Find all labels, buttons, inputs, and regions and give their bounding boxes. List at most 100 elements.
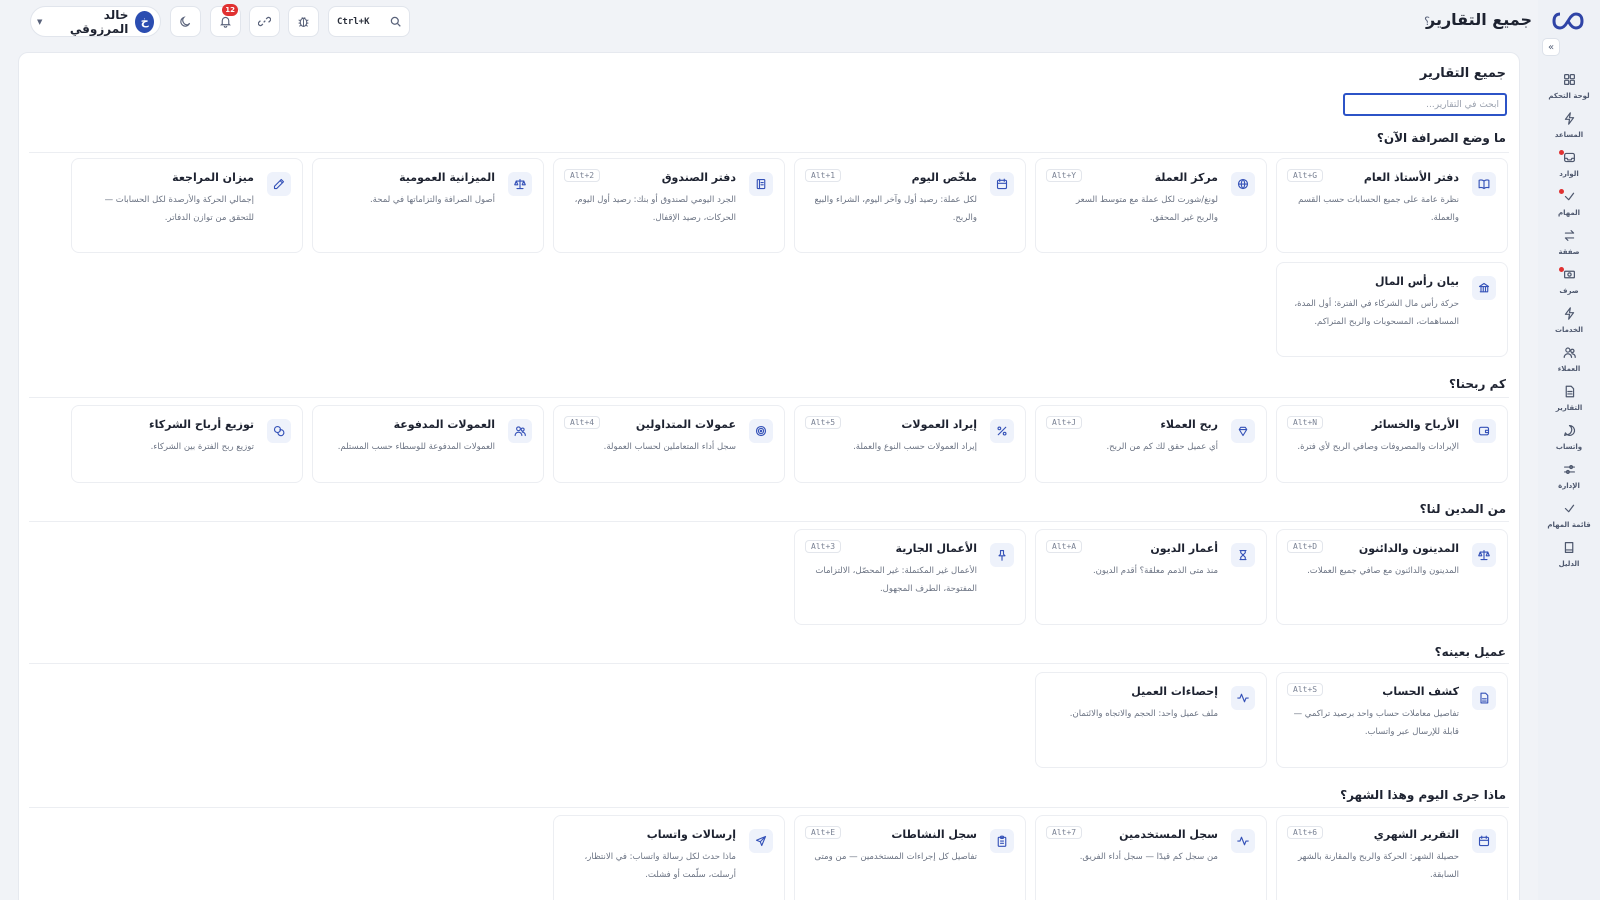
report-card-title: العمولات المدفوعة <box>393 418 495 431</box>
report-card[interactable]: إيراد العمولات إيراد العمولات حسب النوع و… <box>794 405 1026 483</box>
report-card[interactable]: إرسالات واتساب ماذا حدث لكل رسالة واتساب:… <box>553 815 785 900</box>
report-card-title: توزيع أرباح الشركاء <box>148 418 254 431</box>
sidebar-item-3[interactable]: المهام <box>1538 183 1600 222</box>
hotkey-badge: Alt+3 <box>805 540 842 553</box>
report-card[interactable]: عمولات المتداولين سجل أداء المتعاملين لحس… <box>553 405 785 483</box>
collapse-sidebar-button[interactable]: » <box>1542 38 1560 56</box>
report-card-title: دفتر الصندوق <box>661 171 736 184</box>
sidebar-item-2[interactable]: الوارد <box>1538 144 1600 183</box>
brand-logo[interactable] <box>1552 10 1584 32</box>
help-icon[interactable]: ؟ <box>1424 15 1430 28</box>
report-card-description: تفاصيل كل إجراءات المستخدمين — من ومتى <box>814 852 977 862</box>
chevron-down-icon: ▼ <box>37 17 43 26</box>
report-card[interactable]: توزيع أرباح الشركاء توزيع ربح الفترة بين … <box>71 405 303 483</box>
report-card[interactable]: مركز العملة لونغ/شورت لكل عملة مع متوسط ا… <box>1035 158 1267 253</box>
book-icon <box>1563 539 1576 558</box>
report-card-description: سجل أداء المتعاملين لحساب العمولة. <box>603 442 736 452</box>
report-card[interactable]: الميزانية العمومية أصول الصرافة والتزامات… <box>312 158 544 253</box>
sidebar-item-label: العملاء <box>1557 365 1581 373</box>
report-card[interactable]: التقرير الشهري حصيلة الشهر: الحركة والربح… <box>1276 815 1508 900</box>
report-card-title: كشف الحساب <box>1382 685 1459 698</box>
report-card-title: الأرباح والخسائر <box>1371 418 1459 431</box>
report-card[interactable]: دفتر الصندوق الجرد اليومي لصندوق أو بنك: … <box>553 158 785 253</box>
notifications-button[interactable]: 12 <box>210 4 241 37</box>
report-card-title: التقرير الشهري <box>1373 828 1459 841</box>
report-card-description: الأعمال غير المكتملة: غير المحصّل، الالت… <box>815 566 977 594</box>
report-card[interactable]: سجل النشاطات تفاصيل كل إجراءات المستخدمين… <box>794 815 1026 900</box>
global-search-button[interactable]: Ctrl+K <box>328 6 410 37</box>
hotkey-badge: Alt+1 <box>805 169 842 182</box>
users-icon <box>508 419 532 443</box>
globe-icon <box>1231 172 1255 196</box>
reports-search-input[interactable] <box>1343 93 1507 116</box>
sidebar-item-6[interactable]: الخدمات <box>1538 300 1600 339</box>
sidebar-item-label: لوحة التحكم <box>1548 92 1590 100</box>
link-icon <box>258 16 271 27</box>
sidebar-item-12[interactable]: الدليل <box>1538 534 1600 573</box>
activity-icon <box>1231 829 1255 853</box>
section-title: عميل بعينه؟ <box>1434 645 1506 659</box>
link-button[interactable] <box>249 6 280 37</box>
section-title: ماذا جرى اليوم وهذا الشهر؟ <box>1340 788 1506 802</box>
percent-icon <box>990 419 1014 443</box>
sidebar-item-10[interactable]: الإدارة <box>1538 456 1600 495</box>
sidebar-item-1[interactable]: المساعد <box>1538 105 1600 144</box>
hourglass-icon <box>1231 543 1255 567</box>
debug-button[interactable] <box>288 6 319 37</box>
bank-icon <box>1472 276 1496 300</box>
page-title: جميع التقارير <box>1425 10 1532 29</box>
sidebar-item-7[interactable]: العملاء <box>1538 339 1600 378</box>
report-card[interactable]: الأعمال الجارية الأعمال غير المكتملة: غير… <box>794 529 1026 625</box>
bug-icon <box>298 17 309 27</box>
hotkey-badge: Alt+2 <box>564 169 601 182</box>
notification-count-badge: 12 <box>222 4 238 16</box>
sidebar-item-label: الوارد <box>1559 170 1579 178</box>
report-card-description: منذ متى الذمم معلقة؟ أقدم الديون. <box>1092 566 1218 576</box>
ledger-icon <box>749 172 773 196</box>
sidebar-item-4[interactable]: صفقة <box>1538 222 1600 261</box>
report-card-title: ملخّص اليوم <box>911 171 977 184</box>
report-card[interactable]: إحصاءات العميل ملف عميل واحد: الحجم والات… <box>1035 672 1267 768</box>
user-name: خالد المرزوقي <box>69 7 129 36</box>
check-icon <box>1563 500 1576 519</box>
report-card-description: أي عميل حقق لك كم من الربح. <box>1106 442 1218 452</box>
report-card[interactable]: دفتر الأستاذ العام نظرة عامة على جميع الح… <box>1276 158 1508 253</box>
report-card[interactable]: ملخّص اليوم لكل عملة: رصيد أول وآخر اليوم… <box>794 158 1026 253</box>
report-card-title: إحصاءات العميل <box>1131 685 1218 698</box>
sidebar-item-8[interactable]: التقارير <box>1538 378 1600 417</box>
hotkey-badge: Alt+6 <box>1287 826 1324 839</box>
section-divider <box>29 521 1509 522</box>
report-card-description: إيراد العمولات حسب النوع والعملة. <box>853 442 977 452</box>
topbar: جميع التقارير ؟ Ctrl+K 12 خ خالد المرزوق… <box>0 0 1538 45</box>
hotkey-badge: Alt+7 <box>1046 826 1083 839</box>
sidebar-item-label: الإدارة <box>1558 482 1580 490</box>
sidebar-item-9[interactable]: واتساب <box>1538 417 1600 456</box>
sidebar-item-label: المهام <box>1557 209 1581 217</box>
user-menu[interactable]: خ خالد المرزوقي ▼ <box>30 6 161 37</box>
report-card[interactable]: سجل المستخدمين من سجل كم قيدًا — سجل أداء… <box>1035 815 1267 900</box>
users-icon <box>1563 344 1576 363</box>
sidebar-item-0[interactable]: لوحة التحكم <box>1538 66 1600 105</box>
section-divider <box>29 152 1509 153</box>
sidebar-item-5[interactable]: صرف <box>1538 261 1600 300</box>
theme-toggle-button[interactable] <box>170 6 201 37</box>
report-card[interactable]: المدينون والدائنون المدينون والدائنون مع … <box>1276 529 1508 625</box>
report-card[interactable]: بيان رأس المال حركة رأس مال الشركاء في ال… <box>1276 262 1508 357</box>
report-card[interactable]: أعمار الديون منذ متى الذمم معلقة؟ أقدم ال… <box>1035 529 1267 625</box>
pencil-icon <box>267 172 291 196</box>
report-card[interactable]: العمولات المدفوعة العمولات المدفوعة للوسط… <box>312 405 544 483</box>
report-card-title: الميزانية العمومية <box>399 171 495 184</box>
sidebar-item-label: صفقة <box>1558 248 1580 256</box>
sidebar: » لوحة التحكم المساعد الوارد المهام صفقة صرف ا… <box>1538 0 1600 900</box>
sidebar-item-11[interactable]: قائمة المهام <box>1538 495 1600 534</box>
section-divider <box>29 397 1509 398</box>
cash-icon <box>1563 266 1576 285</box>
report-card[interactable]: ميزان المراجعة إجمالي الحركة والأرصدة لكل… <box>71 158 303 253</box>
report-card-title: سجل النشاطات <box>891 828 977 841</box>
hotkey-badge: Alt+S <box>1287 683 1324 696</box>
report-card-description: ملف عميل واحد: الحجم والاتجاه والائتمان. <box>1069 709 1218 719</box>
report-card[interactable]: ربح العملاء أي عميل حقق لك كم من الربح. Al… <box>1035 405 1267 483</box>
report-card[interactable]: الأرباح والخسائر الإيرادات والمصروفات وصا… <box>1276 405 1508 483</box>
hotkey-badge: Alt+J <box>1046 416 1083 429</box>
report-card[interactable]: كشف الحساب تفاصيل معاملات حساب واحد برصيد… <box>1276 672 1508 768</box>
